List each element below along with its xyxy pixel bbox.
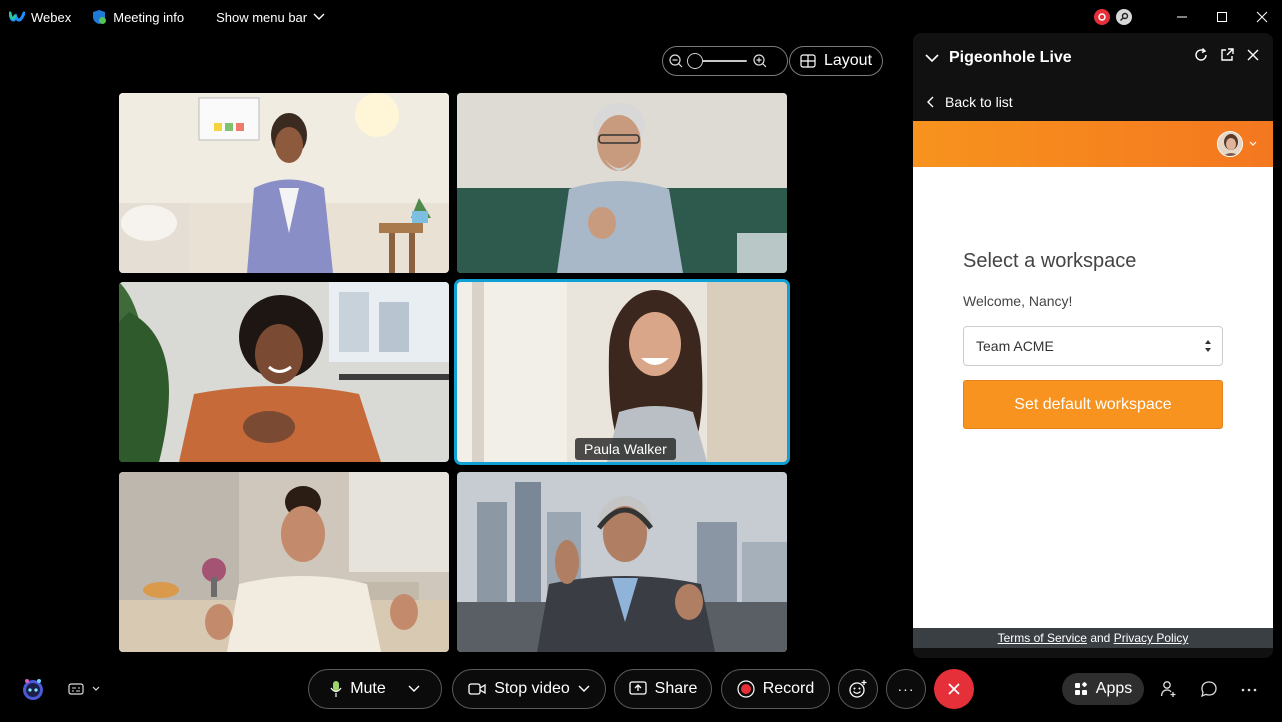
mute-button[interactable]: Mute (308, 669, 442, 709)
zoom-in-icon[interactable] (753, 54, 767, 68)
record-label: Record (762, 680, 815, 697)
video-tile-1[interactable] (119, 93, 449, 273)
collapse-chevron-icon[interactable] (925, 53, 939, 63)
participant-name: Paula Walker (584, 441, 667, 457)
layout-grid-icon (800, 54, 816, 68)
back-to-list-label: Back to list (945, 94, 1013, 110)
footer-and-text: and (1090, 631, 1111, 645)
more-panels-icon[interactable] (1240, 687, 1258, 693)
meeting-info-button[interactable]: Meeting info (81, 0, 194, 34)
participant-video (119, 93, 449, 273)
show-menu-bar-label: Show menu bar (216, 9, 308, 25)
chevron-left-icon (927, 96, 934, 108)
mute-label: Mute (350, 680, 386, 697)
app-header-bar (913, 121, 1273, 167)
maximize-icon (1217, 12, 1227, 22)
set-default-workspace-button[interactable]: Set default workspace (963, 380, 1223, 429)
title-bar: Webex Meeting info Show menu bar (0, 0, 1282, 34)
user-avatar[interactable] (1217, 131, 1243, 157)
ai-assistant-icon[interactable] (20, 676, 46, 702)
share-label: Share (654, 680, 698, 697)
workspace-select-value: Team ACME (976, 338, 1054, 354)
more-options-button[interactable]: ··· (886, 669, 926, 709)
record-button[interactable]: Record (721, 669, 830, 709)
webex-app-menu[interactable]: Webex (0, 0, 81, 34)
select-arrows-icon (1205, 340, 1211, 352)
share-screen-icon (628, 681, 647, 695)
maximize-button[interactable] (1202, 0, 1242, 34)
participant-video (457, 93, 787, 273)
avatar-image (1218, 132, 1242, 156)
close-panel-icon[interactable] (1245, 47, 1261, 63)
shield-info-icon (93, 10, 107, 24)
close-icon (1256, 11, 1268, 23)
meeting-controls: Mute Stop video Share Record ··· Apps (0, 666, 1282, 714)
record-icon (737, 680, 755, 698)
zoom-slider[interactable] (687, 53, 747, 69)
apps-grid-icon (1074, 682, 1087, 695)
more-icon: ··· (897, 681, 915, 697)
welcome-message: Welcome, Nancy! (963, 293, 1073, 309)
chat-icon[interactable] (1200, 680, 1218, 698)
leave-meeting-button[interactable] (934, 669, 974, 709)
video-tile-6[interactable] (457, 472, 787, 652)
panel-footer: Terms of Service and Privacy Policy (913, 628, 1273, 648)
meeting-info-label: Meeting info (113, 9, 185, 25)
participant-video (119, 472, 449, 652)
workspace-heading: Select a workspace (963, 250, 1137, 272)
apps-label: Apps (1095, 680, 1133, 697)
participant-video (457, 472, 787, 652)
chevron-down-icon[interactable] (1249, 141, 1257, 146)
stop-video-label: Stop video (494, 680, 570, 697)
participant-video (457, 282, 787, 462)
participant-name-tag: Paula Walker (575, 438, 676, 460)
microphone-icon (330, 681, 342, 697)
chevron-down-icon[interactable] (408, 685, 420, 693)
webex-logo-icon (9, 11, 25, 22)
zoom-slider-handle[interactable] (687, 53, 703, 69)
share-button[interactable]: Share (614, 669, 712, 709)
show-menu-bar-button[interactable]: Show menu bar (206, 0, 335, 34)
chevron-down-icon (313, 13, 325, 20)
workspace-selector: Select a workspace Welcome, Nancy! Team … (913, 167, 1273, 628)
app-name: Webex (31, 9, 72, 25)
pigeonhole-live-panel: Pigeonhole Live Back to list Select a wo… (913, 33, 1273, 658)
pop-out-icon[interactable] (1219, 47, 1235, 63)
zoom-control (662, 46, 788, 76)
refresh-icon[interactable] (1193, 47, 1209, 63)
lock-status-icon (1116, 9, 1132, 25)
workspace-select[interactable]: Team ACME (963, 326, 1223, 366)
terms-of-service-link[interactable]: Terms of Service (998, 631, 1087, 645)
close-icon (948, 683, 960, 695)
video-camera-icon (468, 683, 486, 695)
back-to-list-link[interactable]: Back to list (913, 83, 1273, 121)
video-tile-4-active-speaker[interactable]: Paula Walker (454, 279, 790, 465)
stop-video-button[interactable]: Stop video (452, 669, 606, 709)
layout-label: Layout (823, 52, 873, 69)
layout-button[interactable]: Layout (789, 46, 883, 76)
zoom-out-icon[interactable] (669, 54, 683, 68)
video-tile-2[interactable] (457, 93, 787, 273)
close-window-button[interactable] (1242, 0, 1282, 34)
emoji-reaction-icon (849, 680, 867, 698)
video-tile-3[interactable] (119, 282, 449, 462)
privacy-policy-link[interactable]: Privacy Policy (1114, 631, 1189, 645)
recording-status-icon (1094, 9, 1110, 25)
chevron-down-icon[interactable] (578, 685, 590, 693)
participant-video (119, 282, 449, 462)
reactions-button[interactable] (838, 669, 878, 709)
participants-icon[interactable] (1160, 680, 1178, 698)
apps-button[interactable]: Apps (1062, 673, 1144, 705)
captions-menu-icon[interactable] (68, 682, 102, 696)
minimize-icon (1177, 16, 1187, 18)
panel-title: Pigeonhole Live (949, 49, 1072, 66)
minimize-button[interactable] (1162, 0, 1202, 34)
video-tile-5[interactable] (119, 472, 449, 652)
